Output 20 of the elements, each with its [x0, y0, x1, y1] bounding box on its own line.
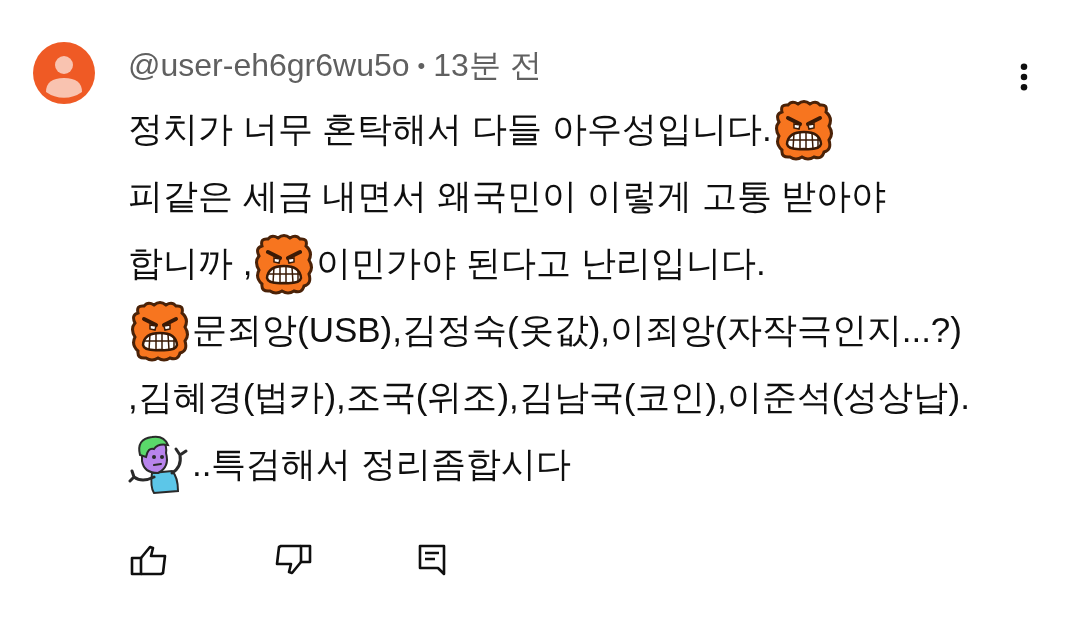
vertical-dots-icon — [1020, 63, 1028, 91]
comment-time: 13분 전 — [433, 46, 542, 85]
thumbs-down-icon — [274, 544, 312, 576]
thumbs-up-icon — [130, 544, 168, 576]
comment-icon — [418, 544, 446, 576]
comment-text: ..특검해서 정리좀합시다 — [192, 443, 572, 486]
avatar-icon — [33, 42, 95, 104]
angry-face-sticker-icon — [128, 298, 192, 363]
comment-text: 피같은 세금 내면서 왜국민이 이렇게 고통 받아야 — [128, 175, 887, 218]
comment-text: 이민가야 된다고 난리입니다. — [316, 242, 766, 285]
comment-author[interactable]: @user-eh6gr6wu5o — [128, 41, 410, 89]
reply-button[interactable] — [418, 544, 446, 576]
comment-text: 문죄앙(USB),김정숙(옷값),이죄앙(자작극인지...?) — [192, 309, 962, 352]
separator-dot: • — [417, 51, 426, 80]
more-options-button[interactable] — [1020, 63, 1028, 91]
dislike-button[interactable] — [274, 544, 312, 576]
comment-text: 합니까 , — [128, 242, 253, 285]
like-button[interactable] — [130, 544, 168, 576]
comment-text: 정치가 너무 혼탁해서 다들 아우성입니다. — [128, 108, 772, 151]
comment-text: ,김혜경(법카),조국(위조),김남국(코인),이준석(성상납). — [128, 376, 970, 419]
